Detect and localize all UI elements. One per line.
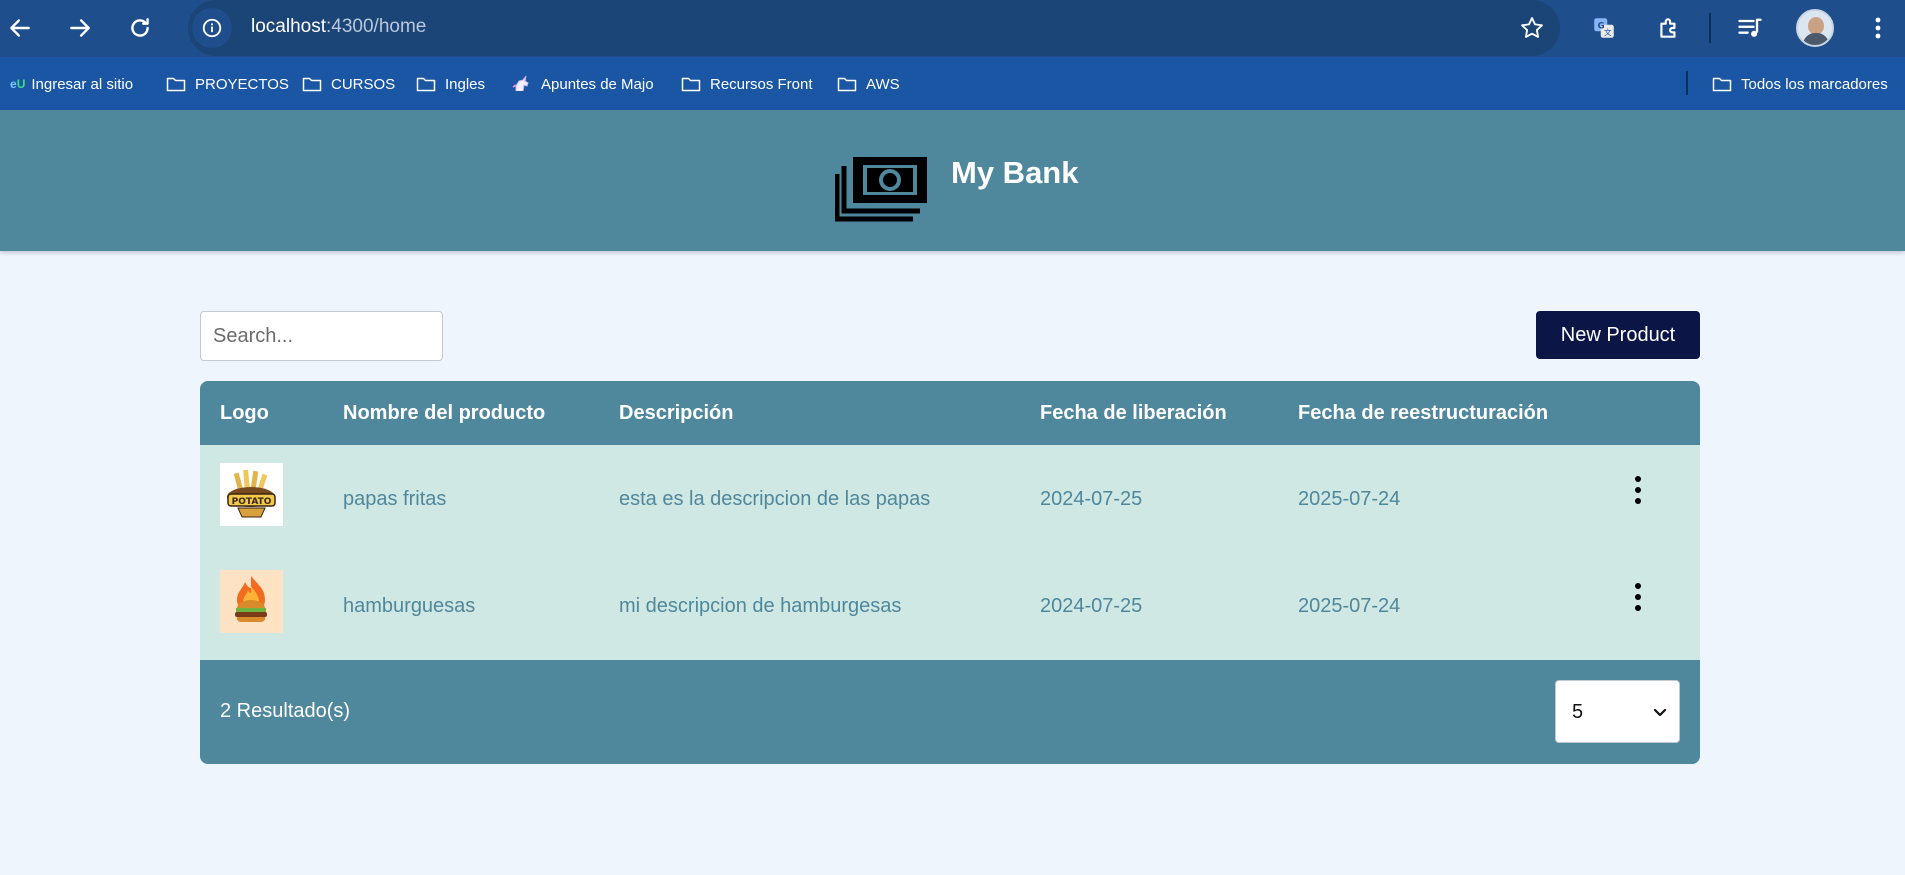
table-row: hamburguesas mi descripcion de hamburges…	[200, 552, 1700, 660]
money-stack-icon	[835, 157, 927, 222]
folder-icon	[416, 77, 436, 92]
all-bookmarks-label: Todos los marcadores	[1741, 75, 1888, 93]
folder-icon	[681, 77, 701, 92]
column-header-restructure-date: Fecha de reestructuración	[1298, 402, 1549, 424]
product-restructure-date: 2025-07-24	[1298, 595, 1401, 617]
avatar-body	[1803, 33, 1829, 45]
search-input[interactable]	[200, 311, 443, 361]
products-table: Logo Nombre del producto Descripción Fec…	[200, 381, 1700, 764]
folder-icon	[302, 77, 322, 92]
back-arrow-icon	[10, 19, 30, 37]
vertical-dots-icon	[1875, 17, 1881, 39]
app-title: My Bank	[951, 155, 1079, 190]
media-button[interactable]	[1734, 12, 1766, 44]
bookmark-apuntes[interactable]: Apuntes de Majo	[512, 73, 654, 95]
puzzle-icon	[1660, 18, 1676, 38]
product-description: esta es la descripcion de las papas	[619, 488, 931, 510]
forward-arrow-icon	[70, 19, 90, 37]
table-footer: 2 Resultado(s) 5	[200, 660, 1700, 764]
bookmark-label: Apuntes de Majo	[541, 75, 654, 93]
browser-menu-button[interactable]	[1862, 12, 1894, 44]
table-header: Logo Nombre del producto Descripción Fec…	[200, 381, 1700, 445]
bookmark-ingresar[interactable]: eU Ingresar al sitio	[10, 73, 133, 95]
page-size-select[interactable]: 5	[1555, 680, 1680, 743]
product-release-date: 2024-07-25	[1040, 488, 1143, 510]
bookmarks-bar: eU Ingresar al sitio PROYECTOS CURSOS In…	[0, 57, 1905, 110]
bookmark-label: PROYECTOS	[195, 75, 289, 93]
svg-text:POTATO: POTATO	[232, 497, 272, 507]
translate-icon: G文	[1594, 18, 1614, 38]
column-header-description: Descripción	[619, 402, 734, 424]
bookmark-recursos-front[interactable]: Recursos Front	[681, 73, 813, 95]
burger-logo	[220, 570, 283, 633]
eu-site-icon: eU	[10, 77, 26, 91]
table-row: POTATO papas fritas esta es la descripci…	[200, 445, 1700, 553]
toolbar-divider	[1709, 13, 1711, 43]
unicorn-icon	[512, 75, 529, 92]
bookmark-label: Ingles	[445, 75, 486, 93]
new-product-button[interactable]: New Product	[1536, 311, 1700, 359]
potato-logo: POTATO	[220, 463, 283, 526]
url-host: localhost	[251, 16, 326, 37]
product-name: papas fritas	[343, 488, 447, 510]
reload-button[interactable]	[120, 8, 160, 48]
browser-toolbar: localhost:4300/home G文	[0, 0, 1905, 57]
column-header-name: Nombre del producto	[343, 402, 546, 424]
playlist-music-icon	[1738, 18, 1762, 37]
folder-icon	[166, 77, 186, 92]
url-path: :4300/home	[326, 16, 427, 37]
product-description: mi descripcion de hamburgesas	[619, 595, 902, 617]
back-button[interactable]	[0, 8, 40, 48]
info-icon	[202, 18, 222, 38]
svg-text:文: 文	[1604, 27, 1612, 37]
folder-icon	[1712, 77, 1732, 92]
forward-button[interactable]	[60, 8, 100, 48]
reload-icon	[131, 18, 149, 37]
product-restructure-date: 2025-07-24	[1298, 488, 1401, 510]
site-info-button[interactable]	[192, 8, 232, 48]
folder-icon	[837, 77, 857, 92]
product-name: hamburguesas	[343, 595, 476, 617]
bookmark-label: Ingresar al sitio	[31, 75, 134, 93]
result-count: 2 Resultado(s)	[220, 700, 351, 722]
row-menu-icon[interactable]	[1632, 475, 1644, 505]
bookmark-star-icon[interactable]	[1518, 14, 1546, 42]
chevron-down-icon	[1653, 708, 1667, 717]
all-bookmarks[interactable]: Todos los marcadores	[1712, 73, 1888, 95]
profile-avatar[interactable]	[1796, 9, 1834, 47]
bookmark-proyectos[interactable]: PROYECTOS	[166, 73, 289, 95]
translate-button[interactable]: G文	[1588, 12, 1620, 44]
bookmark-label: Recursos Front	[710, 75, 813, 93]
bookmarks-divider	[1686, 71, 1688, 95]
address-bar[interactable]: localhost:4300/home	[188, 0, 1560, 56]
extensions-button[interactable]	[1653, 12, 1685, 44]
product-release-date: 2024-07-25	[1040, 595, 1143, 617]
url-text[interactable]: localhost:4300/home	[251, 16, 426, 38]
page-size-value: 5	[1572, 701, 1584, 723]
column-header-logo: Logo	[220, 402, 269, 424]
bookmark-ingles[interactable]: Ingles	[416, 73, 485, 95]
bookmark-label: CURSOS	[331, 75, 396, 93]
row-menu-icon[interactable]	[1632, 582, 1644, 612]
column-header-release-date: Fecha de liberación	[1040, 402, 1227, 424]
bookmark-aws[interactable]: AWS	[837, 73, 900, 95]
bookmark-label: AWS	[866, 75, 900, 93]
bookmark-cursos[interactable]: CURSOS	[302, 73, 395, 95]
app-header: My Bank	[0, 110, 1905, 251]
